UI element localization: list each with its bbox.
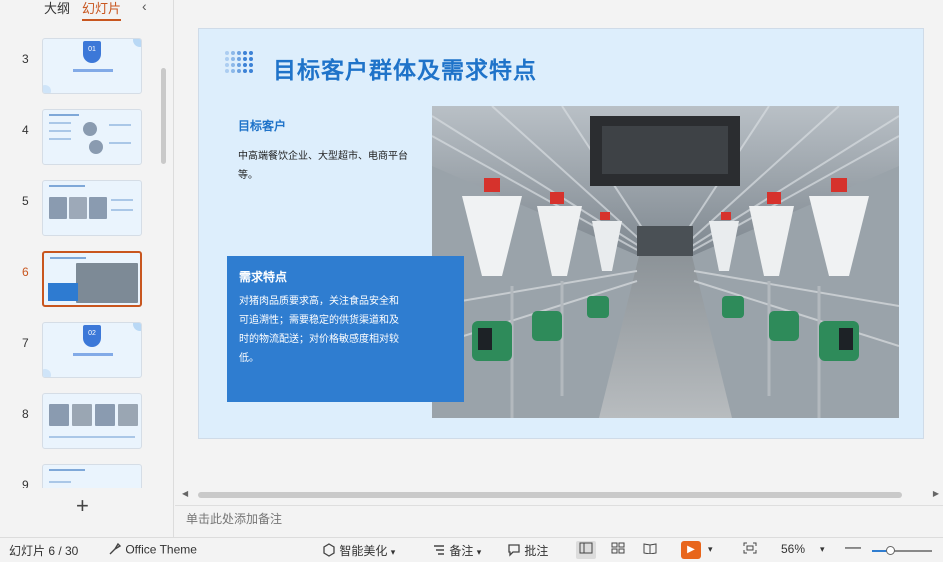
thumbnail-number: 8 — [22, 407, 29, 421]
chevron-down-icon: ▾ — [390, 547, 396, 557]
zoom-out-icon[interactable]: — — [845, 539, 861, 557]
notes-icon — [432, 543, 446, 560]
theme-button[interactable]: Office Theme — [108, 542, 197, 559]
target-customer-body[interactable]: 中高端餐饮企业、大型超市、电商平台等。 — [238, 147, 408, 185]
normal-view-icon — [579, 542, 593, 554]
zoom-level[interactable]: 56% — [781, 542, 805, 556]
thumbnail-scrollbar[interactable] — [161, 68, 166, 164]
notes-input[interactable] — [186, 512, 586, 526]
thumbnail-badge: 01 — [83, 41, 101, 63]
thumbnail-list: 3 01 4 5 6 7 02 8 9 — [0, 28, 160, 488]
play-icon: ▶ — [687, 544, 695, 555]
thumbnail-row[interactable]: 5 — [0, 180, 160, 238]
notes-label: 备注 — [449, 544, 474, 558]
zoom-slider-knob[interactable] — [886, 546, 895, 555]
tab-outline[interactable]: 大纲 — [44, 0, 70, 17]
horizontal-scrollbar[interactable]: ◀ ▶ — [180, 489, 943, 500]
thumbnail-slide-8[interactable] — [42, 393, 142, 449]
slide-panel: 大纲 幻灯片 ‹ 3 01 4 5 6 7 02 8 9 + — [0, 0, 174, 537]
chevron-down-icon[interactable]: ▾ — [708, 544, 713, 555]
slide[interactable]: 目标客户群体及需求特点 目标客户 中高端餐饮企业、大型超市、电商平台等。 需求特… — [198, 28, 924, 439]
theme-icon — [108, 542, 122, 559]
comments-label: 批注 — [524, 544, 549, 558]
slide-title[interactable]: 目标客户群体及需求特点 — [273, 51, 537, 85]
thumbnail-number: 4 — [22, 123, 29, 137]
status-bar: 幻灯片 6 / 30 Office Theme 智能美化 ▾ 备注 ▾ 批注 ▶… — [0, 537, 943, 562]
title-dots-decoration — [225, 51, 259, 77]
fit-window-icon — [743, 542, 757, 554]
thumbnail-number: 3 — [22, 52, 29, 66]
beautify-icon — [322, 543, 336, 560]
grid-view-icon — [611, 542, 625, 554]
collapse-panel-icon[interactable]: ‹ — [142, 0, 147, 14]
horizontal-scroll-thumb[interactable] — [198, 492, 902, 498]
zoom-slider[interactable] — [872, 546, 932, 555]
thumbnail-badge: 02 — [83, 325, 101, 347]
notes-pane — [175, 505, 943, 535]
grid-view-button[interactable] — [608, 541, 628, 559]
scroll-right-icon[interactable]: ▶ — [933, 489, 939, 498]
book-icon — [643, 543, 657, 555]
tab-slides[interactable]: 幻灯片 — [82, 0, 122, 21]
thumbnail-row[interactable]: 4 — [0, 109, 160, 167]
thumbnail-slide-6[interactable] — [42, 251, 142, 307]
presentation-app: 大纲 幻灯片 ‹ 3 01 4 5 6 7 02 8 9 + 目标客户群体及需求… — [0, 0, 943, 562]
demand-features-heading: 需求特点 — [239, 270, 288, 284]
thumbnail-number: 5 — [22, 194, 29, 208]
scroll-left-icon[interactable]: ◀ — [182, 489, 188, 498]
panel-tabs: 大纲 幻灯片 ‹ — [0, 0, 174, 21]
beautify-label: 智能美化 — [339, 544, 388, 558]
reading-view-button[interactable] — [640, 541, 660, 559]
thumbnail-row[interactable]: 6 — [0, 251, 160, 309]
demand-features-box[interactable]: 需求特点 对猪肉品质要求高，关注食品安全和可追溯性；需要稳定的供货渠道和及时的物… — [227, 256, 464, 402]
slide-canvas: 目标客户群体及需求特点 目标客户 中高端餐饮企业、大型超市、电商平台等。 需求特… — [175, 0, 943, 505]
thumbnail-number: 7 — [22, 336, 29, 350]
target-customer-heading[interactable]: 目标客户 — [238, 117, 286, 134]
thumbnail-slide-4[interactable] — [42, 109, 142, 165]
chevron-down-icon[interactable]: ▾ — [820, 544, 825, 555]
fit-window-button[interactable] — [740, 541, 760, 559]
thumbnail-slide-7[interactable]: 02 — [42, 322, 142, 378]
thumbnail-row[interactable]: 8 — [0, 393, 160, 451]
thumbnail-number: 9 — [22, 478, 29, 488]
chevron-down-icon: ▾ — [476, 547, 482, 557]
add-slide-button[interactable]: + — [76, 495, 89, 517]
thumbnail-row[interactable]: 9 — [0, 464, 160, 488]
pig-farm-photo[interactable] — [432, 106, 899, 418]
thumbnail-slide-9[interactable] — [42, 464, 142, 488]
thumbnail-row[interactable]: 7 02 — [0, 322, 160, 380]
theme-name: Office Theme — [125, 542, 197, 557]
beautify-button[interactable]: 智能美化 ▾ — [322, 542, 395, 560]
thumbnail-slide-3[interactable]: 01 — [42, 38, 142, 94]
thumbnail-slide-5[interactable] — [42, 180, 142, 236]
comments-button[interactable]: 批注 — [507, 542, 548, 560]
thumbnail-number: 6 — [22, 265, 29, 279]
thumbnail-row[interactable]: 3 01 — [0, 38, 160, 96]
normal-view-button[interactable] — [576, 541, 596, 559]
notes-button[interactable]: 备注 ▾ — [432, 542, 481, 560]
demand-features-body: 对猪肉品质要求高，关注食品安全和可追溯性；需要稳定的供货渠道和及时的物流配送；对… — [239, 296, 399, 364]
slide-counter: 幻灯片 6 / 30 — [9, 544, 79, 558]
comment-icon — [507, 543, 521, 560]
play-slideshow-button[interactable]: ▶ — [681, 541, 701, 559]
